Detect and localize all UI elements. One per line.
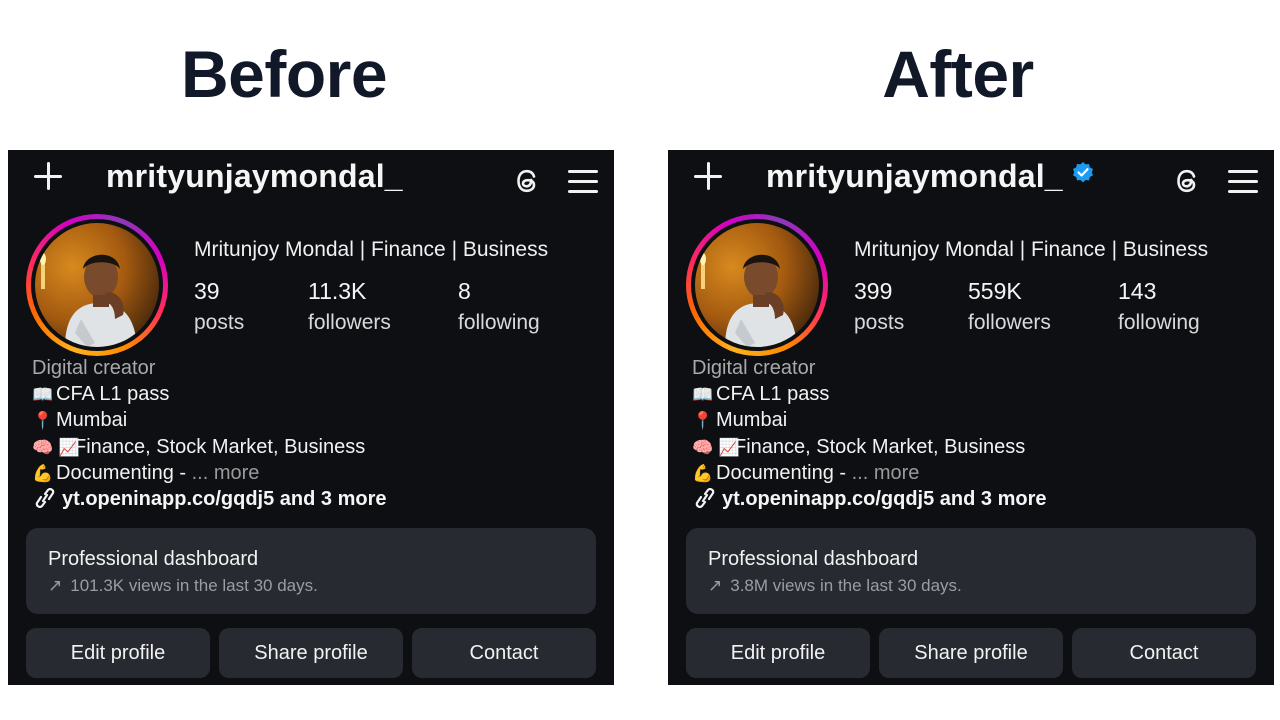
before-profile-screenshot: mrityunjaymondal_ Mritunjoy Mondal | Fin… — [8, 150, 614, 685]
username[interactable]: mrityunjaymondal_ — [766, 158, 1095, 195]
avatar-story-ring[interactable] — [686, 214, 828, 356]
avatar-story-ring[interactable] — [26, 214, 168, 356]
dashboard-title: Professional dashboard — [708, 548, 919, 570]
stat-following[interactable]: 143 following — [1118, 278, 1200, 335]
stat-following[interactable]: 8 following — [458, 278, 540, 335]
profile-category: Digital creator — [32, 357, 156, 379]
bio-line: 💪 Documenting - ... more — [32, 461, 365, 488]
bio-line: 📖 CFA L1 pass — [32, 382, 365, 409]
avatar — [35, 223, 159, 347]
profile-bio: Digital creator 📖 CFA L1 pass 📍 Mumbai 🧠 📈… — [692, 356, 1025, 488]
trend-arrow-icon: ↗ — [48, 576, 63, 595]
muscle-icon: 💪 — [692, 464, 714, 484]
professional-dashboard-card[interactable]: Professional dashboard ↗ 101.3K views in … — [26, 528, 596, 614]
link-icon — [695, 488, 715, 508]
dashboard-subtitle: ↗ 3.8M views in the last 30 days. — [708, 576, 962, 595]
professional-dashboard-card[interactable]: Professional dashboard ↗ 3.8M views in th… — [686, 528, 1256, 614]
profile-link[interactable]: yt.openinapp.co/gqdj5 and 3 more — [692, 488, 1046, 511]
stat-posts[interactable]: 399 posts — [854, 278, 904, 335]
threads-icon[interactable] — [510, 164, 544, 198]
muscle-icon: 💪 — [32, 464, 54, 484]
pin-icon: 📍 — [32, 411, 54, 431]
bio-line: 💪 Documenting - ... more — [692, 461, 1025, 488]
bio-line: 📍 Mumbai — [32, 408, 365, 435]
brain-chart-icon: 🧠 📈 — [692, 437, 740, 458]
book-icon: 📖 — [692, 384, 714, 405]
threads-icon[interactable] — [1170, 164, 1204, 198]
trend-arrow-icon: ↗ — [708, 576, 723, 595]
after-profile-screenshot: mrityunjaymondal_ Mritunjoy Mondal | Fin… — [668, 150, 1274, 685]
bio-more-link[interactable]: ... more — [192, 462, 260, 484]
plus-icon[interactable] — [32, 160, 66, 194]
bio-line: 📍 Mumbai — [692, 408, 1025, 435]
verified-badge-icon — [1072, 162, 1093, 183]
book-icon: 📖 — [32, 384, 54, 405]
profile-header-bar: mrityunjaymondal_ — [8, 150, 614, 210]
contact-button[interactable]: Contact — [412, 628, 596, 678]
bio-line: 🧠 📈Finance, Stock Market, Business — [32, 435, 365, 462]
dashboard-subtitle: ↗ 101.3K views in the last 30 days. — [48, 576, 318, 595]
username[interactable]: mrityunjaymondal_ — [106, 158, 403, 195]
hamburger-menu-icon[interactable] — [1228, 166, 1260, 196]
bio-line: 📖 CFA L1 pass — [692, 382, 1025, 409]
profile-link[interactable]: yt.openinapp.co/gqdj5 and 3 more — [32, 488, 386, 511]
bio-line: 🧠 📈Finance, Stock Market, Business — [692, 435, 1025, 462]
profile-full-name: Mritunjoy Mondal | Finance | Business — [194, 238, 549, 261]
pin-icon: 📍 — [692, 411, 714, 431]
hamburger-menu-icon[interactable] — [568, 166, 600, 196]
bio-more-link[interactable]: ... more — [852, 462, 920, 484]
profile-header-bar: mrityunjaymondal_ — [668, 150, 1274, 210]
profile-full-name: Mritunjoy Mondal | Finance | Business — [854, 238, 1209, 261]
before-heading: Before — [180, 37, 388, 111]
link-icon — [35, 488, 55, 508]
share-profile-button[interactable]: Share profile — [219, 628, 403, 678]
edit-profile-button[interactable]: Edit profile — [686, 628, 870, 678]
profile-category: Digital creator — [692, 357, 816, 379]
brain-chart-icon: 🧠 📈 — [32, 437, 80, 458]
edit-profile-button[interactable]: Edit profile — [26, 628, 210, 678]
stat-posts[interactable]: 39 posts — [194, 278, 244, 335]
avatar — [695, 223, 819, 347]
stat-followers[interactable]: 559K followers — [968, 278, 1051, 335]
profile-bio: Digital creator 📖 CFA L1 pass 📍 Mumbai 🧠 📈… — [32, 356, 365, 488]
contact-button[interactable]: Contact — [1072, 628, 1256, 678]
stat-followers[interactable]: 11.3K followers — [308, 278, 391, 335]
dashboard-title: Professional dashboard — [48, 548, 259, 570]
plus-icon[interactable] — [692, 160, 726, 194]
after-heading: After — [882, 37, 1034, 111]
share-profile-button[interactable]: Share profile — [879, 628, 1063, 678]
